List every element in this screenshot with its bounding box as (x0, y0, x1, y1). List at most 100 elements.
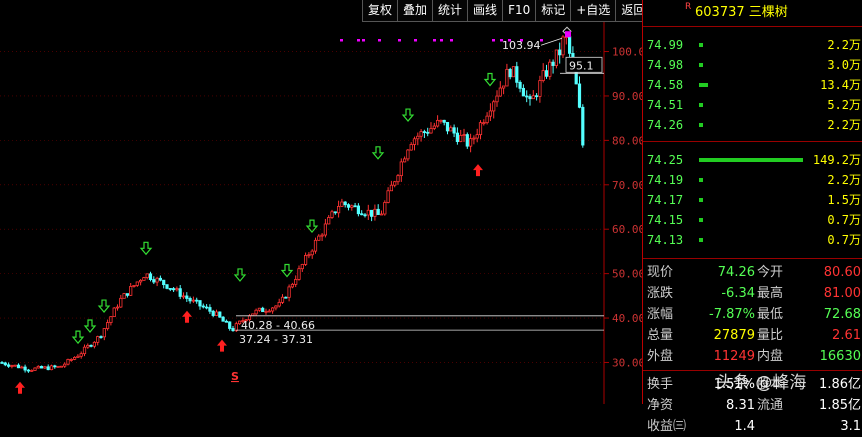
peak-price-label: 103.94 (502, 39, 541, 52)
candle-up (270, 307, 275, 312)
candle-down (577, 83, 582, 108)
candle-up (327, 217, 331, 225)
candle-down (228, 321, 232, 329)
candle-down (0, 362, 4, 364)
ask-row[interactable]: 74.51 5.2万 (643, 95, 862, 115)
add-watchlist-button[interactable]: +自选 (570, 0, 616, 22)
sell-arrow-icon (401, 108, 415, 122)
candle-down (353, 205, 357, 208)
candle-up (554, 49, 559, 66)
f10-button[interactable]: F10 (502, 0, 536, 22)
candle-up (297, 268, 301, 280)
candle-up (330, 211, 334, 218)
candle-up (191, 299, 195, 302)
sell-arrow-icon (280, 263, 294, 278)
candle-up (138, 279, 143, 283)
candle-up (402, 158, 407, 163)
candle-up (541, 70, 545, 81)
sell-arrow-icon (305, 219, 319, 234)
bid-row[interactable]: 74.25 149.2万 (643, 150, 862, 170)
sell-arrow-icon (233, 268, 247, 282)
candle-up (531, 95, 535, 100)
bid-volume-bar (699, 218, 703, 222)
overlay-button[interactable]: 叠加 (397, 0, 433, 22)
candle-up (102, 328, 106, 338)
candle-down (284, 296, 288, 299)
candle-up (79, 353, 83, 357)
y-tick-label: 60.00 (612, 223, 642, 236)
y-tick-label: 90.00 (612, 90, 642, 103)
ask-volume-bar (699, 43, 703, 47)
stock-name: 三棵树 (748, 5, 788, 20)
quote-value: 72.68 (823, 307, 861, 322)
quote-value: 74.26 (717, 265, 755, 280)
bid-row[interactable]: 74.19 2.2万 (643, 170, 862, 190)
candle-down (99, 336, 103, 338)
candle-up (290, 283, 295, 288)
candle-down (40, 365, 44, 369)
candle-up (175, 288, 179, 291)
bid-volume-bar (699, 198, 703, 202)
quote-label: 净资 (647, 398, 674, 413)
quote-label: 最高 (757, 286, 784, 301)
quote-label: 现价 (647, 265, 674, 280)
candle-up (505, 68, 509, 87)
candle-up (280, 296, 285, 303)
quote-value: 8.31 (726, 398, 755, 413)
candle-up (561, 36, 565, 56)
signal-dot (440, 39, 443, 42)
kline-chart-area[interactable]: 30.00 40.00 50.00 60.00 70.00 80.00 90.00 100.0… (0, 0, 651, 404)
signal-dot (378, 39, 381, 42)
candle-down (376, 208, 380, 215)
bid-row[interactable]: 74.17 1.5万 (643, 190, 862, 210)
candle-down (231, 328, 235, 332)
ask-volume-bar (699, 83, 709, 87)
candle-down (3, 362, 7, 366)
quote-label: 总量 (647, 328, 674, 343)
candle-up (435, 119, 440, 127)
candle-down (442, 119, 446, 123)
candle-down (369, 209, 374, 217)
sell-arrow-icon (71, 330, 85, 345)
signal-dot (414, 39, 417, 42)
quote-value: 16630 (819, 349, 861, 364)
signal-dot (565, 31, 571, 38)
candle-up (181, 295, 186, 298)
bid-row[interactable]: 74.13 0.7万 (643, 230, 862, 250)
mark-button[interactable]: 标记 (535, 0, 571, 22)
candle-up (462, 134, 466, 136)
range-lower-label: 37.24 - 37.31 (239, 333, 313, 346)
candle-up (459, 135, 463, 142)
quote-row: 涨幅 -7.87% 最低 72.68 (643, 304, 862, 325)
ask-row[interactable]: 74.98 3.0万 (643, 55, 862, 75)
ask-row[interactable]: 74.58 13.4万 (643, 75, 862, 95)
candle-up (294, 279, 298, 285)
candle-down (544, 70, 549, 77)
candle-up (548, 61, 552, 77)
bid-row[interactable]: 74.15 0.7万 (643, 210, 862, 230)
candle-down (204, 306, 209, 309)
quote-label: 外盘 (647, 349, 674, 364)
kline-chart[interactable]: 30.00 40.00 50.00 60.00 70.00 80.00 90.00 100.0… (0, 0, 642, 404)
candle-up (267, 310, 271, 313)
candle-down (178, 288, 182, 297)
restore-rights-button[interactable]: 复权 (362, 0, 398, 22)
candle-down (508, 68, 512, 78)
statistics-button[interactable]: 统计 (432, 0, 468, 22)
candle-down (452, 127, 456, 134)
bid-price: 74.13 (647, 233, 684, 247)
candle-down (201, 305, 205, 308)
candle-up (82, 346, 87, 355)
draw-line-button[interactable]: 画线 (467, 0, 503, 22)
candle-down (171, 288, 176, 291)
quote-row: 外盘 11249 内盘 16630 (643, 346, 862, 367)
ask-row[interactable]: 74.99 2.2万 (643, 35, 862, 55)
ask-row[interactable]: 74.26 2.2万 (643, 115, 862, 135)
quote-value: 1.86亿 (819, 377, 861, 392)
candle-down (422, 131, 427, 134)
peak-pointer (540, 37, 563, 46)
candle-up (383, 202, 387, 215)
candle-up (66, 359, 70, 365)
candle-up (501, 85, 506, 89)
quote-label: 今开 (757, 265, 784, 280)
